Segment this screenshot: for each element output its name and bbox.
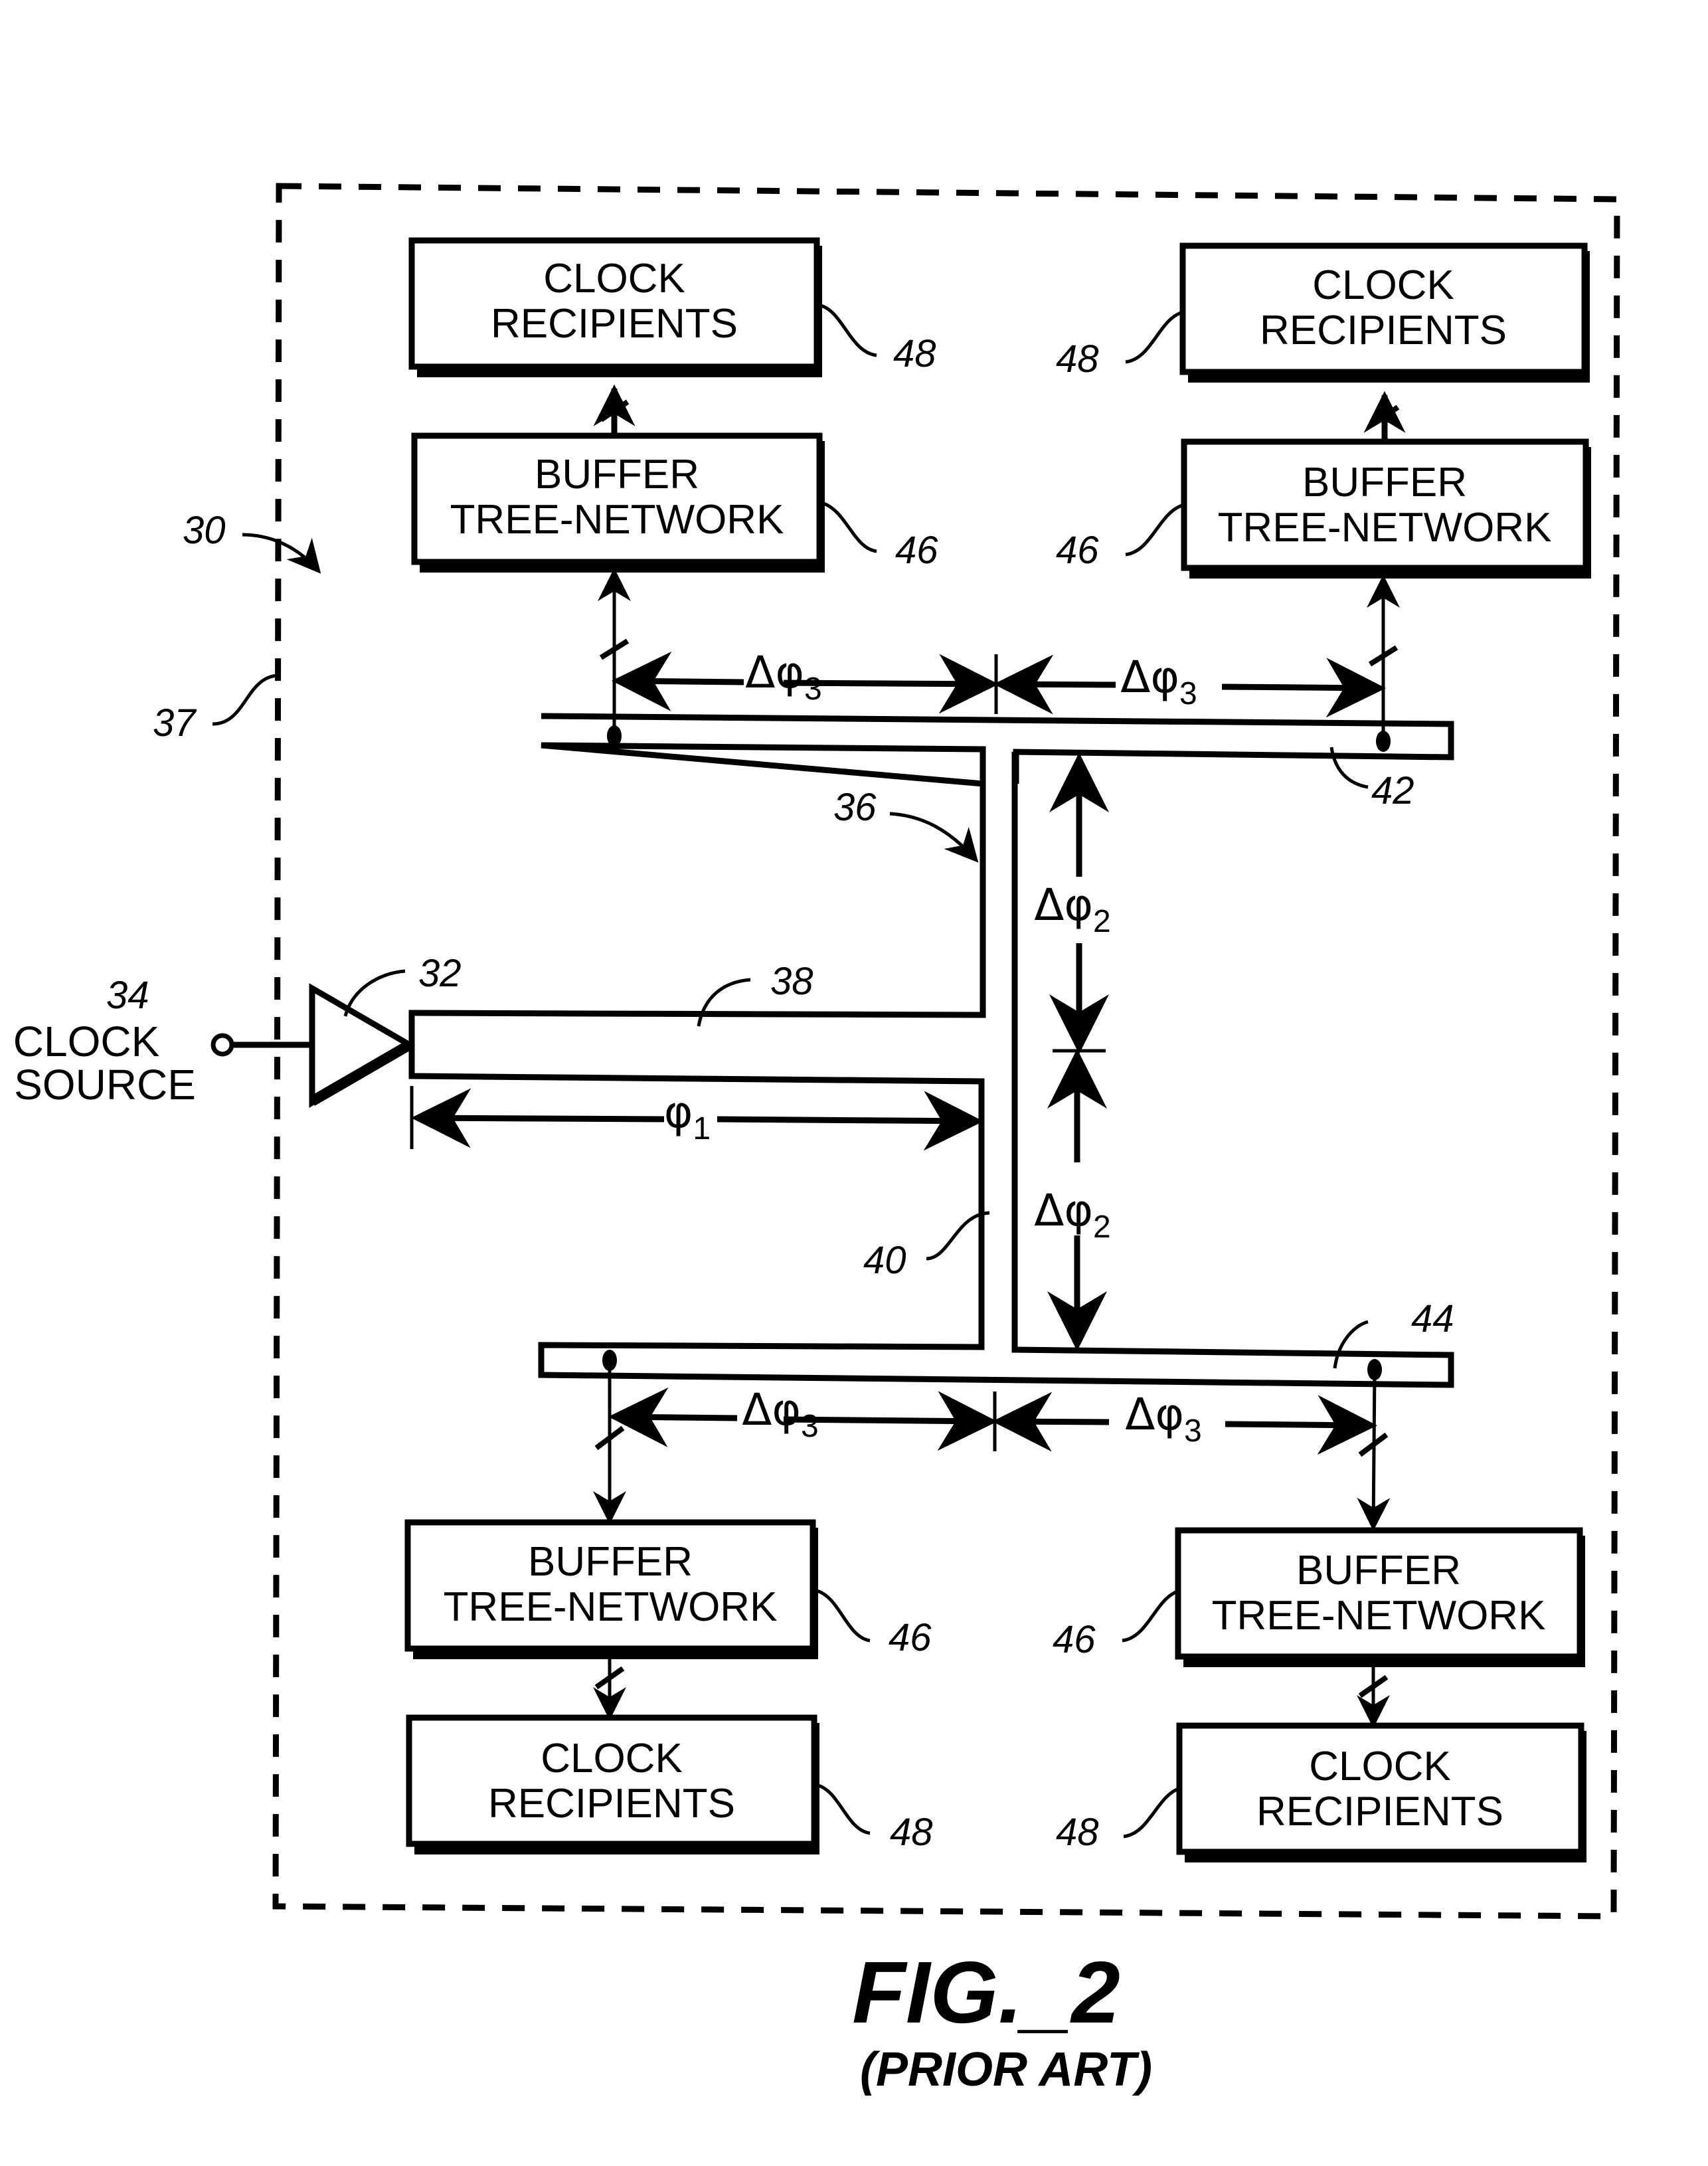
block-line1: CLOCK bbox=[1309, 1744, 1451, 1789]
leader-line bbox=[212, 674, 278, 726]
block-line2: RECIPIENTS bbox=[491, 301, 738, 347]
bottom-right-buffer-block: BUFFER TREE-NETWORK bbox=[1175, 1527, 1585, 1667]
ref-34: 34 bbox=[106, 974, 149, 1017]
tap-line bbox=[1357, 1369, 1391, 1531]
ref-label: 48 bbox=[1056, 337, 1099, 381]
dim-arrow bbox=[411, 1088, 665, 1148]
top-right-buffer-block: BUFFER TREE-NETWORK bbox=[1181, 438, 1591, 579]
dim-arrow bbox=[608, 1387, 738, 1447]
leader-line bbox=[1125, 503, 1185, 557]
phi1-label: φ1 bbox=[664, 1087, 711, 1146]
dphi3-label: Δφ3 bbox=[742, 1384, 818, 1444]
leader-line bbox=[817, 1783, 871, 1835]
dim-arrow bbox=[612, 651, 744, 711]
dim-arrow bbox=[992, 1392, 1110, 1452]
block-line2: RECIPIENTS bbox=[488, 1781, 735, 1827]
ref-40: 40 bbox=[863, 1239, 906, 1282]
tap-node bbox=[607, 725, 622, 747]
top-right-recipients-block: CLOCK RECIPIENTS bbox=[1179, 242, 1590, 383]
ref-32: 32 bbox=[418, 952, 462, 995]
dphi3-label: Δφ3 bbox=[1125, 1389, 1201, 1449]
leader-line bbox=[1125, 310, 1183, 364]
block-line2: RECIPIENTS bbox=[1256, 1789, 1503, 1835]
figure-subtitle: (PRIOR ART) bbox=[860, 2043, 1152, 2096]
clock-source-line1: CLOCK bbox=[13, 1018, 160, 1065]
leader-line bbox=[697, 978, 751, 1027]
leader-line bbox=[820, 304, 877, 357]
ref-30: 30 bbox=[183, 509, 226, 552]
block-line1: CLOCK bbox=[1312, 262, 1454, 308]
ref-label: 48 bbox=[1056, 1811, 1099, 1854]
dim-arrow bbox=[1225, 1395, 1377, 1455]
block-line2: TREE-NETWORK bbox=[1212, 1593, 1546, 1639]
ref-label: 46 bbox=[1053, 1618, 1096, 1661]
leader-arrow bbox=[889, 812, 979, 863]
block-line1: BUFFER bbox=[535, 452, 699, 497]
bottom-right-recipients-block: CLOCK RECIPIENTS bbox=[1176, 1722, 1586, 1862]
ref-label: 48 bbox=[890, 1811, 933, 1854]
block-line2: TREE-NETWORK bbox=[450, 497, 784, 543]
clock-distribution-diagram: CLOCK RECIPIENTS 48 BUFFER TREE-NETWORK … bbox=[13, 183, 1620, 2096]
block-line2: RECIPIENTS bbox=[1260, 308, 1507, 353]
ref-38: 38 bbox=[770, 960, 813, 1003]
block-line2: TREE-NETWORK bbox=[444, 1584, 778, 1630]
ref-36: 36 bbox=[833, 786, 877, 829]
bottom-left-recipients-block: CLOCK RECIPIENTS bbox=[406, 1714, 819, 1854]
leader-line bbox=[1122, 1589, 1180, 1643]
clock-source-terminal bbox=[211, 1033, 234, 1057]
dphi2-label: Δφ2 bbox=[1034, 1185, 1110, 1245]
block-line1: CLOCK bbox=[543, 256, 685, 302]
tap-node bbox=[1376, 731, 1391, 752]
dphi3-label: Δφ3 bbox=[1120, 652, 1197, 711]
block-line1: BUFFER bbox=[528, 1539, 693, 1585]
leader-line bbox=[1333, 1320, 1369, 1369]
clock-source-line2: SOURCE bbox=[14, 1061, 196, 1109]
leader-line bbox=[1123, 1786, 1181, 1839]
leader-line bbox=[823, 501, 877, 553]
dim-arrow bbox=[717, 1091, 983, 1151]
dphi2-label: Δφ2 bbox=[1034, 879, 1110, 939]
driver-buffer-icon bbox=[309, 983, 414, 1108]
figure-title: FIG._2 bbox=[852, 1943, 1120, 2041]
block-line1: BUFFER bbox=[1296, 1548, 1461, 1593]
ref-label: 46 bbox=[889, 1616, 932, 1659]
top-left-buffer-block: BUFFER TREE-NETWORK bbox=[411, 432, 825, 573]
vertical-trunk-36 bbox=[408, 749, 1454, 1388]
leader-line bbox=[816, 1589, 871, 1643]
ref-label: 48 bbox=[893, 332, 936, 375]
dim-arrow bbox=[993, 654, 1116, 715]
top-left-recipients-block: CLOCK RECIPIENTS bbox=[408, 237, 822, 377]
block-line1: BUFFER bbox=[1302, 460, 1467, 505]
dphi3-label: Δφ3 bbox=[745, 647, 821, 707]
block-line1: CLOCK bbox=[541, 1736, 683, 1781]
ref-label: 46 bbox=[895, 529, 938, 572]
ref-37: 37 bbox=[153, 701, 197, 745]
ref-42: 42 bbox=[1371, 769, 1414, 812]
ref-label: 46 bbox=[1056, 529, 1099, 572]
ref-44: 44 bbox=[1411, 1297, 1454, 1340]
upper-branch-42 bbox=[541, 713, 1454, 787]
bottom-left-buffer-block: BUFFER TREE-NETWORK bbox=[404, 1519, 818, 1659]
dim-arrow bbox=[1221, 658, 1386, 718]
block-line2: TREE-NETWORK bbox=[1218, 505, 1552, 551]
